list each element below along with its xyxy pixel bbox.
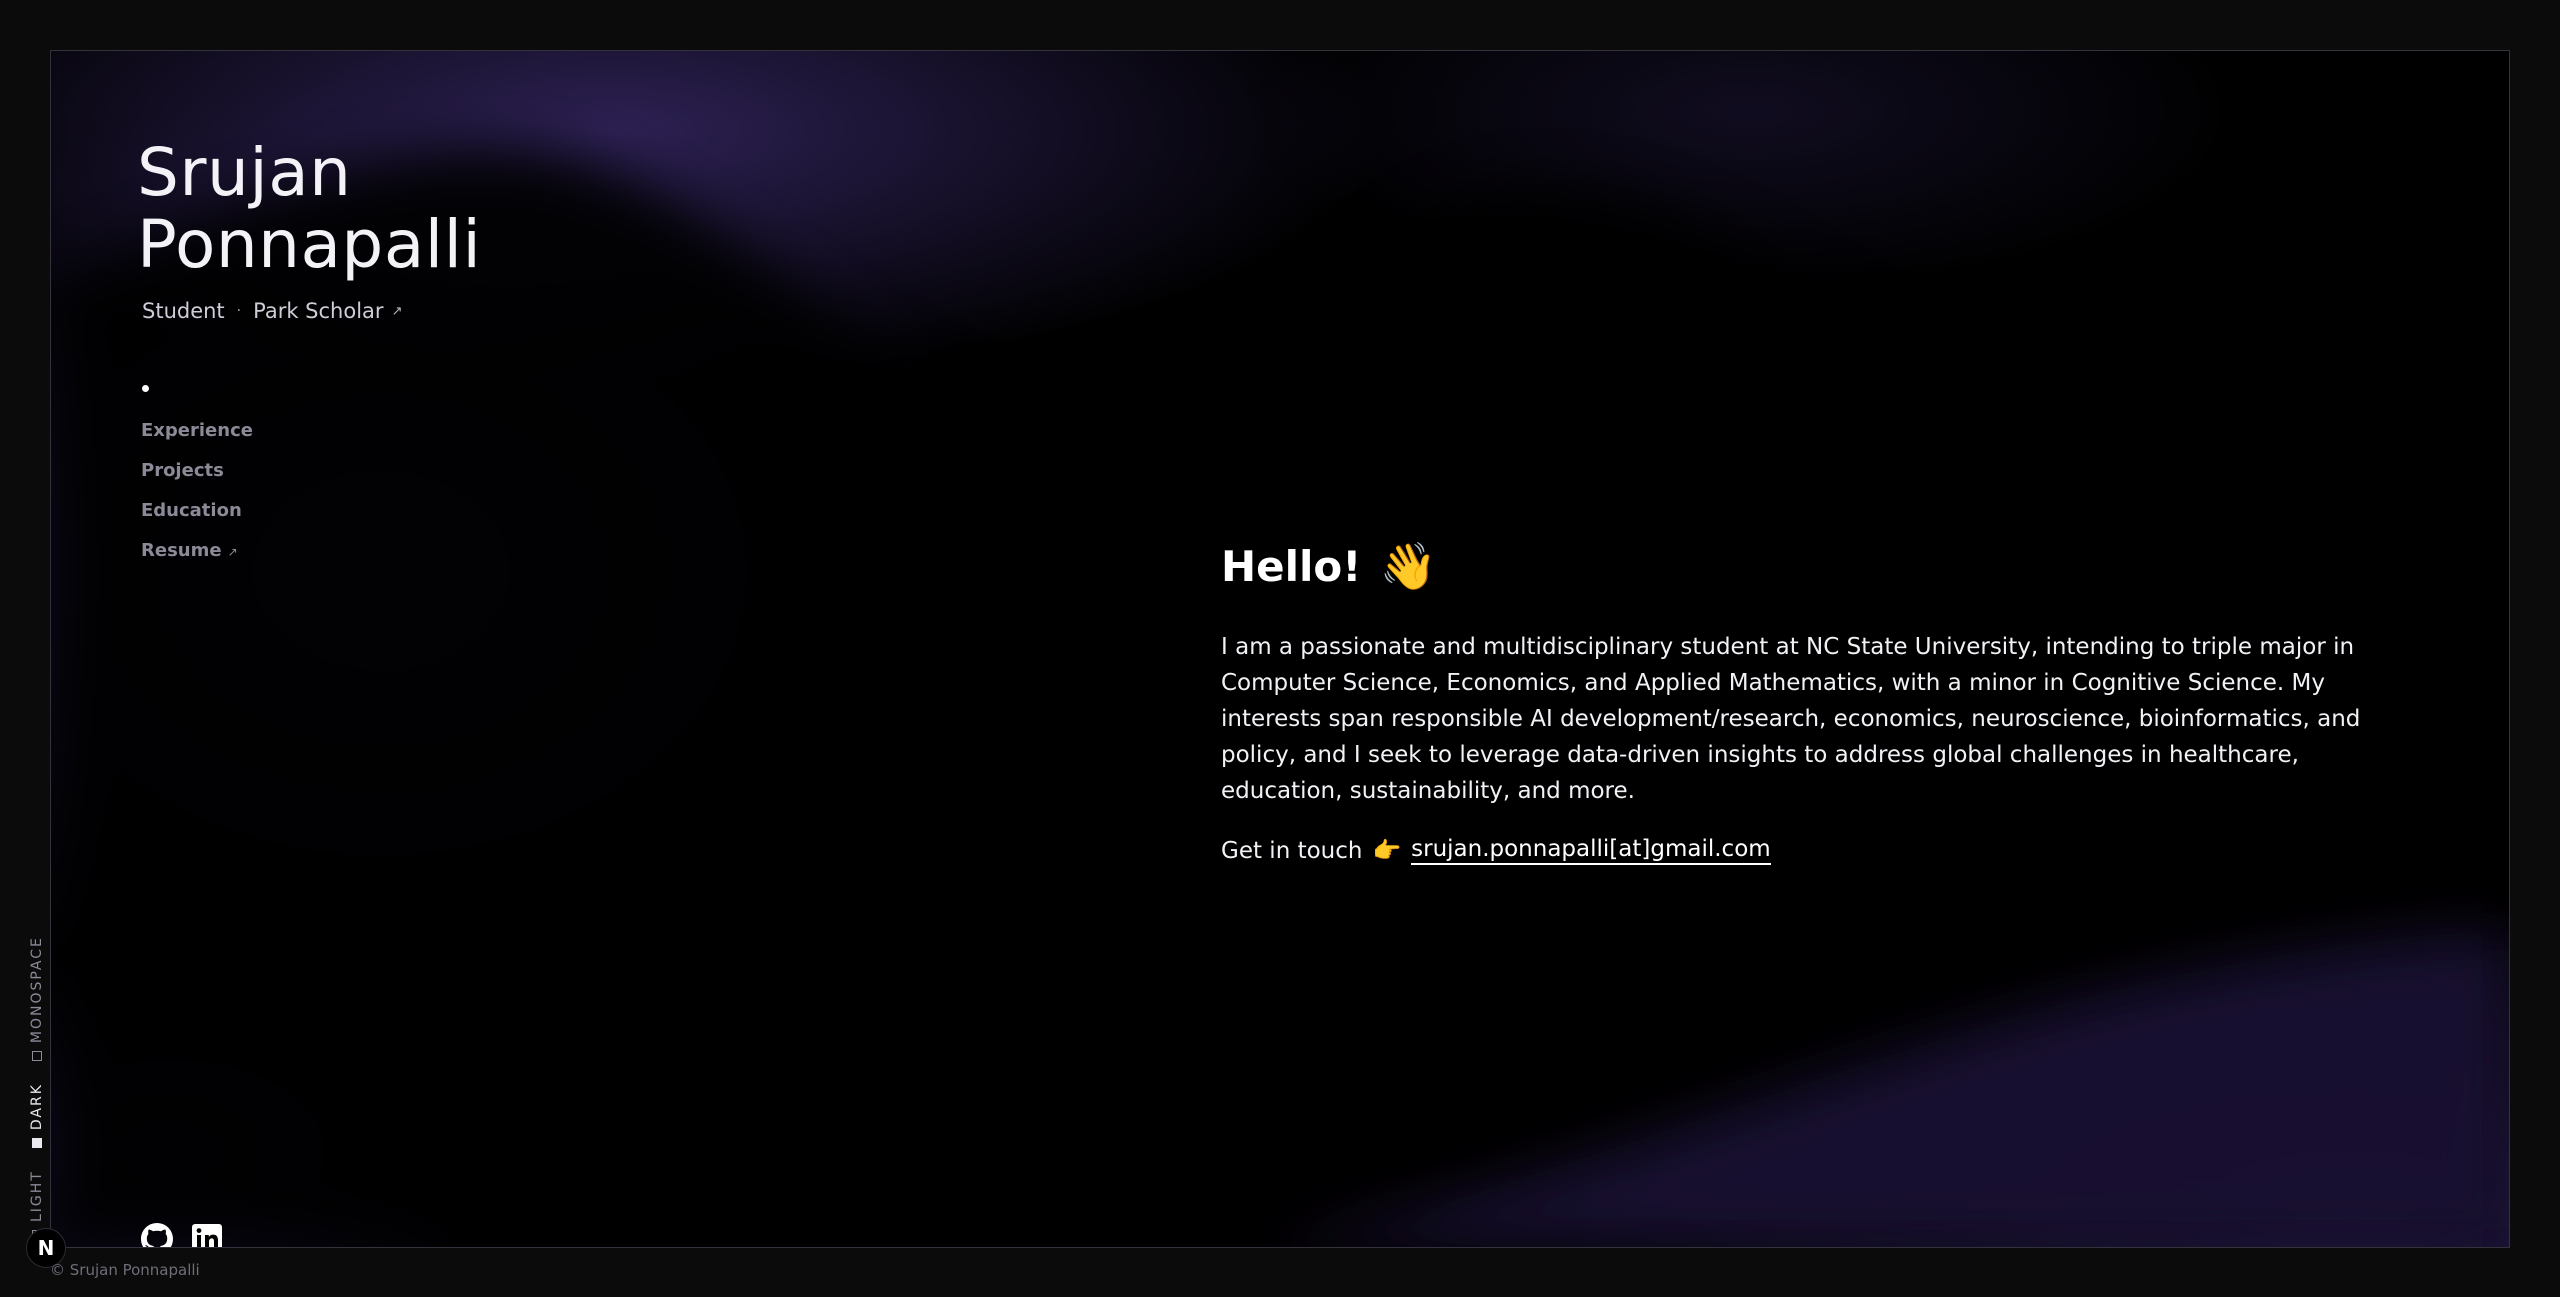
theme-option-dark[interactable]: DARK: [29, 1083, 45, 1149]
theme-switcher: LIGHT DARK MONOSPACE: [29, 922, 45, 1240]
theme-label-light: LIGHT: [29, 1170, 45, 1222]
theme-label-dark: DARK: [29, 1083, 45, 1131]
section-nav: Experience Projects Education Resume ↗: [141, 385, 253, 581]
contact-line: Get in touch 👉 srujan.ponnapalli[at]gmai…: [1221, 836, 1771, 865]
nav-item-education[interactable]: Education: [141, 500, 253, 522]
github-icon[interactable]: [141, 1223, 173, 1247]
nav-item-resume[interactable]: Resume ↗: [141, 540, 253, 563]
separator-dot: ·: [236, 303, 242, 319]
greeting-heading: Hello! 👋: [1221, 539, 1437, 594]
linkedin-icon[interactable]: [191, 1223, 223, 1247]
active-section-indicator: [142, 385, 149, 392]
waving-hand-icon: 👋: [1379, 539, 1437, 593]
subtitle: Student · Park Scholar ↗: [142, 299, 402, 323]
greeting-text: Hello!: [1221, 542, 1362, 591]
page-frame: Srujan Ponnapalli Student · Park Scholar…: [50, 50, 2510, 1248]
checkbox-icon: [32, 1051, 42, 1062]
page-title: Srujan Ponnapalli: [137, 137, 481, 281]
social-links: [141, 1223, 223, 1247]
theme-option-monospace[interactable]: MONOSPACE: [29, 936, 45, 1062]
first-name: Srujan: [137, 134, 352, 211]
checkbox-checked-icon: [32, 1138, 42, 1149]
intro-paragraph: I am a passionate and multidisciplinary …: [1221, 634, 2361, 804]
contact-label: Get in touch: [1221, 837, 1363, 864]
park-scholar-link[interactable]: Park Scholar: [253, 299, 383, 323]
nav-item-resume-label: Resume: [141, 540, 222, 561]
nav-item-projects[interactable]: Projects: [141, 460, 253, 482]
theme-label-monospace: MONOSPACE: [29, 936, 45, 1044]
last-name: Ponnapalli: [137, 206, 482, 283]
external-link-icon: ↗: [227, 545, 238, 559]
email-link[interactable]: srujan.ponnapalli[at]gmail.com: [1411, 836, 1771, 865]
pointing-hand-icon: 👉: [1372, 838, 1402, 864]
role-text: Student: [142, 299, 225, 323]
external-link-icon: ↗: [391, 303, 403, 319]
nav-item-experience[interactable]: Experience: [141, 420, 253, 442]
footer-copyright: © Srujan Ponnapalli: [50, 1261, 200, 1279]
